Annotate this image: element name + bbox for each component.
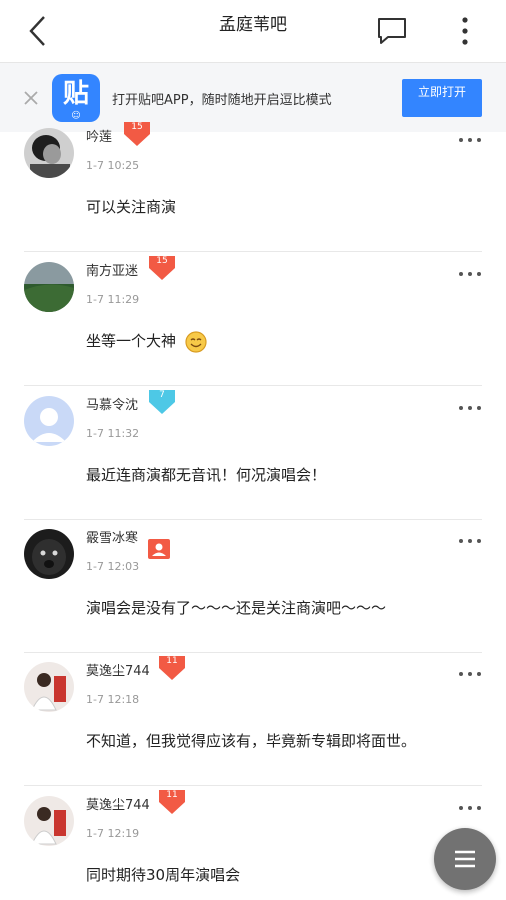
avatar[interactable]	[24, 796, 74, 846]
more-horizontal-icon[interactable]	[458, 670, 482, 678]
level-number: 15	[131, 122, 143, 132]
post-time: 1-7 11:32	[86, 427, 140, 440]
level-number: 15	[156, 256, 168, 266]
tieba-logo-glyph: 贴	[62, 79, 89, 109]
avatar[interactable]	[24, 529, 74, 579]
menu-icon	[455, 850, 475, 868]
level-badge: 7	[148, 389, 176, 415]
post-item: 马慕令沈 7 1-7 11:32 最近连商演都无音讯！何况演唱会！	[0, 386, 506, 520]
username[interactable]: 吟莲	[86, 126, 112, 145]
more-vertical-icon[interactable]	[452, 14, 478, 48]
avatar[interactable]	[24, 128, 74, 178]
avatar[interactable]	[24, 262, 74, 312]
more-horizontal-icon[interactable]	[458, 804, 482, 812]
post-content-text: 坐等一个大神	[86, 332, 177, 350]
username[interactable]: 莫逸尘744	[86, 794, 150, 813]
level-badge: 11	[158, 655, 186, 681]
level-badge: 15	[123, 121, 151, 147]
username[interactable]: 马慕令沈	[86, 394, 138, 413]
username[interactable]: 莫逸尘744	[86, 660, 150, 679]
username[interactable]: 南方亚迷	[86, 260, 138, 279]
level-number: 7	[159, 390, 165, 400]
post-time: 1-7 12:18	[86, 693, 140, 706]
post-content: 同时期待30周年演唱会	[86, 866, 241, 884]
post-time: 1-7 12:03	[86, 560, 140, 573]
more-horizontal-icon[interactable]	[458, 270, 482, 278]
post-item: 莫逸尘744 11 1-7 12:18 不知道，但我觉得应该有，毕竟新专辑即将面…	[0, 652, 506, 786]
post-content: 坐等一个大神	[86, 330, 207, 353]
level-number: 11	[166, 656, 178, 666]
close-icon[interactable]	[22, 89, 40, 107]
level-badge: 15	[148, 255, 176, 281]
open-app-button[interactable]: 立即打开	[402, 79, 482, 117]
post-item: 霰雪冰寒 1-7 12:03 演唱会是没有了～～～还是关注商演吧～～～	[0, 519, 506, 653]
page-title: 孟庭苇吧	[219, 15, 287, 35]
more-horizontal-icon[interactable]	[458, 404, 482, 412]
post-content: 演唱会是没有了～～～还是关注商演吧～～～	[86, 599, 387, 617]
post-item: 莫逸尘744 11 1-7 12:19 同时期待30周年演唱会	[0, 786, 506, 900]
username[interactable]: 霰雪冰寒	[86, 527, 138, 546]
member-card-icon	[148, 539, 170, 559]
level-number: 11	[166, 790, 178, 800]
post-time: 1-7 11:29	[86, 293, 140, 306]
message-icon[interactable]	[376, 16, 408, 46]
smile-emoji-icon	[185, 330, 207, 353]
tieba-logo: 贴 ☺	[52, 74, 100, 122]
avatar[interactable]	[24, 396, 74, 446]
post-time: 1-7 10:25	[86, 159, 140, 172]
more-horizontal-icon[interactable]	[458, 537, 482, 545]
avatar[interactable]	[24, 662, 74, 712]
post-content: 可以关注商演	[86, 198, 177, 216]
post-item: 吟莲 15 1-7 10:25 可以关注商演	[0, 118, 506, 252]
level-badge: 11	[158, 789, 186, 815]
floating-menu-button[interactable]	[434, 828, 496, 890]
top-bar: 孟庭苇吧	[0, 0, 506, 62]
post-content: 不知道，但我觉得应该有，毕竟新专辑即将面世。	[86, 732, 417, 750]
post-time: 1-7 12:19	[86, 827, 140, 840]
post-item: 南方亚迷 15 1-7 11:29 坐等一个大神	[0, 252, 506, 386]
more-horizontal-icon[interactable]	[458, 136, 482, 144]
promo-text: 打开贴吧APP，随时随地开启逗比模式	[112, 93, 332, 108]
post-content: 最近连商演都无音讯！何况演唱会！	[86, 466, 327, 484]
